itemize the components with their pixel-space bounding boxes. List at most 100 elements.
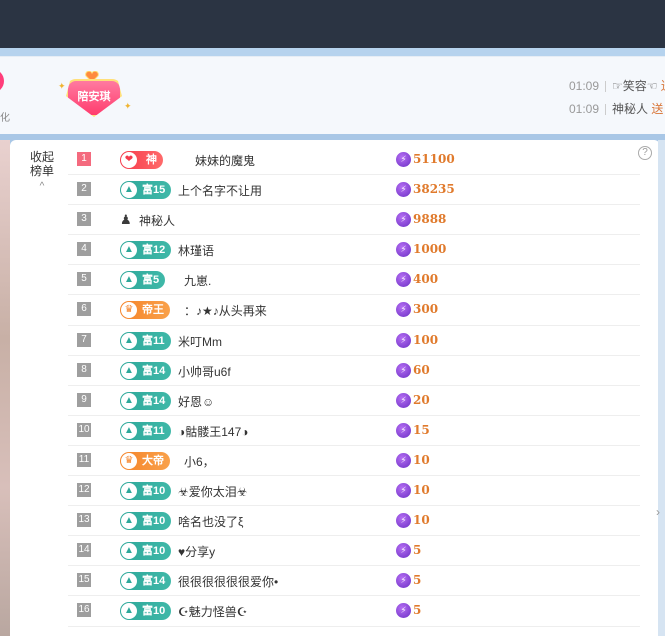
level-tag-label: 富10 — [142, 485, 166, 498]
gift-amount: 1000 — [413, 242, 447, 257]
user-name[interactable]: 小帅哥u6f — [178, 363, 231, 380]
rank-number: 11 — [77, 452, 91, 467]
user-name[interactable]: 小6， — [184, 453, 215, 470]
ranking-row[interactable]: 7 ▲ 富11 米叮Mm ⚡ 100 — [68, 326, 640, 356]
level-tag-label: 富11 — [142, 334, 165, 347]
chevron-right-icon[interactable]: › — [656, 505, 660, 519]
user-name[interactable]: ☣爱你太泪☣ — [178, 483, 248, 500]
rank-number: 7 — [77, 332, 91, 347]
gift-coin-icon: ⚡ — [396, 362, 411, 378]
rank-number: 10 — [77, 422, 91, 437]
ranking-row[interactable]: 16 ▲ 富10 ☪魅力怪兽☪ ⚡ 5 — [68, 596, 640, 627]
level-tag: ❤ 神 — [120, 151, 163, 169]
user-name[interactable]: ◑骷髅王147◑ — [178, 423, 249, 440]
anchor-badge[interactable]: 陪安琪 ✦ ✦ — [58, 71, 132, 121]
ranking-list: 1 ❤ 神妹妹的魔鬼 ⚡ 51100 2 ▲ 富15 上个名字不让用 ⚡ 38235 3 ♟ 神秘人 ⚡ 98… — [68, 145, 640, 627]
user-name[interactable]: ♥分享y — [178, 543, 215, 560]
noble-icon: ♛ — [121, 302, 137, 319]
level-tag: ▲ 富12 — [120, 241, 172, 260]
user-name[interactable]: 好恩☺ — [178, 393, 214, 410]
sparkle-icon: ✦ — [124, 101, 132, 111]
wealth-level-icon: ▲ — [121, 483, 137, 500]
ranking-row[interactable]: 11 ♛ 大帝 小6， ⚡ 10 — [68, 446, 640, 477]
collapse-list-button[interactable]: 收起 榜单 ^ — [28, 150, 56, 194]
gift-coin-icon: ⚡ — [396, 543, 411, 559]
rank-number: 12 — [77, 483, 91, 498]
level-tag-label: 富14 — [142, 575, 166, 588]
gift-coin-icon: ⚡ — [396, 212, 411, 228]
user-name[interactable]: 米叮Mm — [178, 333, 222, 350]
wealth-level-icon: ▲ — [121, 242, 137, 259]
level-tag: ▲ 富11 — [120, 331, 171, 350]
level-tag: ▲ 富10 — [120, 602, 172, 621]
wealth-level-icon: ▲ — [121, 513, 137, 530]
rank-number: 5 — [77, 272, 91, 287]
level-tag: ▲ 富11 — [120, 421, 171, 440]
rank-number: 1 — [77, 152, 91, 166]
feed-item: 01:09 神秘人 送 — [569, 102, 664, 116]
help-icon[interactable]: ? — [638, 146, 652, 160]
user-name[interactable]: 神秘人 — [139, 212, 175, 229]
ranking-row[interactable]: 1 ❤ 神妹妹的魔鬼 ⚡ 51100 — [68, 145, 640, 176]
ranking-row[interactable]: 13 ▲ 富10 啥名也没了ξ ⚡ 10 — [68, 506, 640, 537]
ranking-row[interactable]: 2 ▲ 富15 上个名字不让用 ⚡ 38235 — [68, 175, 640, 206]
gift-amount: 38235 — [413, 182, 455, 197]
rank-number: 6 — [77, 302, 91, 317]
feed-user[interactable]: ☞笑容☜ — [612, 79, 658, 93]
ranking-row[interactable]: 10 ▲ 富11 ◑骷髅王147◑ ⚡ 15 — [68, 416, 640, 446]
ranking-row[interactable]: 9 ▲ 富14 好恩☺ ⚡ 20 — [68, 386, 640, 416]
level-tag-label: 神 — [146, 154, 157, 166]
feed-user[interactable]: 神秘人 — [612, 102, 648, 116]
level-tag: ♛ 大帝 — [120, 451, 170, 470]
user-name[interactable]: 林瑾语 — [178, 242, 214, 259]
top-bar — [0, 0, 665, 48]
gift-coin-icon: ⚡ — [396, 422, 411, 438]
user-name[interactable]: 九崽. — [184, 272, 211, 289]
level-tag-label: 富10 — [142, 545, 166, 558]
wealth-level-icon: ▲ — [121, 272, 137, 289]
user-name[interactable]: 啥名也没了ξ — [178, 513, 243, 530]
gift-coin-icon: ⚡ — [396, 573, 411, 589]
ranking-row[interactable]: 6 ♛ 帝王 ：♪★♪从头再来 ⚡ 300 — [68, 295, 640, 326]
wealth-level-icon: ▲ — [121, 422, 137, 439]
gift-amount: 5 — [413, 603, 422, 618]
blue-strip — [0, 48, 665, 56]
level-tag: ▲ 富10 — [120, 512, 172, 531]
ranking-row[interactable]: 4 ▲ 富12 林瑾语 ⚡ 1000 — [68, 235, 640, 266]
level-tag-label: 富10 — [142, 515, 166, 528]
level-tag: ▲ 富10 — [120, 482, 172, 501]
ranking-row[interactable]: 5 ▲ 富5 九崽. ⚡ 400 — [68, 265, 640, 296]
gift-amount: 400 — [413, 272, 439, 287]
gift-coin-icon: ⚡ — [396, 483, 411, 499]
wealth-level-icon: ▲ — [121, 392, 137, 409]
gift-amount: 10 — [413, 513, 430, 528]
gift-coin-icon: ⚡ — [396, 452, 411, 468]
rank-number: 13 — [77, 513, 91, 528]
user-name[interactable]: 妹妹的魔鬼 — [195, 152, 255, 169]
ranking-row[interactable]: 15 ▲ 富14 很很很很很很爱你• ⚡ 5 — [68, 566, 640, 597]
gift-amount: 51100 — [413, 152, 455, 166]
ranking-row[interactable]: 12 ▲ 富10 ☣爱你太泪☣ ⚡ 10 — [68, 476, 640, 507]
ranking-row[interactable]: 14 ▲ 富10 ♥分享y ⚡ 5 — [68, 536, 640, 567]
badge-label: 陪安琪 — [77, 91, 111, 103]
gift-amount: 60 — [413, 362, 430, 377]
wealth-level-icon: ▲ — [121, 543, 137, 560]
level-tag: ▲ 富10 — [120, 542, 172, 561]
right-edge — [658, 140, 665, 636]
gift-amount: 10 — [413, 452, 430, 467]
rank-number: 14 — [77, 543, 91, 558]
level-tag-label: 富14 — [142, 364, 166, 377]
gift-coin-icon: ⚡ — [396, 272, 411, 288]
user-name[interactable]: ☪魅力怪兽☪ — [178, 603, 248, 620]
gift-coin-icon: ⚡ — [396, 182, 411, 198]
user-name[interactable]: 上个名字不让用 — [178, 182, 262, 199]
gift-amount: 15 — [413, 422, 430, 437]
level-tag: ▲ 富14 — [120, 572, 172, 591]
ranking-row[interactable]: 3 ♟ 神秘人 ⚡ 9888 — [68, 205, 640, 236]
user-name[interactable]: 很很很很很很爱你• — [178, 573, 278, 590]
ranking-row[interactable]: 8 ▲ 富14 小帅哥u6f ⚡ 60 — [68, 356, 640, 386]
background-photo — [0, 140, 10, 636]
user-name[interactable]: ：♪★♪从头再来 — [184, 302, 267, 319]
gift-coin-icon: ⚡ — [396, 242, 411, 258]
avatar[interactable] — [0, 69, 4, 93]
